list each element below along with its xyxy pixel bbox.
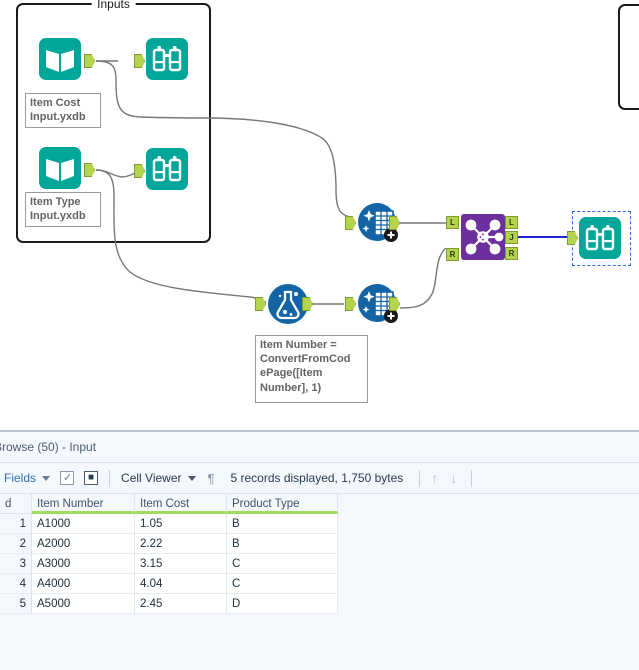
table-row[interactable]: 3 A3000 3.15 C <box>0 554 639 574</box>
view-mode-dropdown[interactable]: Cell Viewer <box>121 463 196 493</box>
tool-browse-item-cost[interactable] <box>145 37 189 81</box>
cell-filler <box>338 554 639 574</box>
anchor-in-join-right[interactable]: R <box>446 248 459 261</box>
cell-product-type: B <box>227 534 338 554</box>
cell-item-cost: 1.05 <box>135 514 227 534</box>
cell-record-id: 1 <box>0 514 32 534</box>
cell-item-number: A2000 <box>32 534 135 554</box>
binoculars-icon <box>146 38 188 80</box>
tool-input-item-cost[interactable] <box>38 37 82 81</box>
anchor-out-join-join[interactable]: J <box>505 231 518 244</box>
table-row[interactable]: 2 A2000 2.22 B <box>0 534 639 554</box>
column-header-product-type[interactable]: Product Type <box>227 494 338 514</box>
cell-item-cost: 4.04 <box>135 574 227 594</box>
cell-record-id: 2 <box>0 534 32 554</box>
toolbar-divider-1 <box>109 469 111 487</box>
annotation-item-cost-line1: Item Cost <box>30 97 81 109</box>
binoculars-icon <box>579 217 621 259</box>
cell-item-number: A1000 <box>32 514 135 534</box>
cell-item-cost: 3.15 <box>135 554 227 574</box>
cell-filler <box>338 514 639 534</box>
cell-product-type: C <box>227 574 338 594</box>
table-row[interactable]: 4 A4000 4.04 C <box>0 574 639 594</box>
join-icon <box>461 214 505 260</box>
annotation-item-type[interactable]: Item Type Input.yxdb <box>25 192 101 227</box>
cell-item-number: A5000 <box>32 594 135 614</box>
annotation-formula-line2: ConvertFromCod <box>260 353 351 366</box>
open-book-icon <box>39 147 81 189</box>
tool-container-title: Inputs <box>91 0 136 12</box>
checkbox-x-icon[interactable]: ■ <box>84 471 99 485</box>
toolbar-divider-3 <box>471 469 473 487</box>
fields-dropdown[interactable]: 3 Fields <box>0 463 51 493</box>
workflow-canvas[interactable]: Inputs Item Cost Input.yxdb Item Type In… <box>0 0 639 430</box>
anchor-in-formula[interactable] <box>255 297 266 311</box>
anchor-in-join-left[interactable]: L <box>446 216 459 229</box>
tool-browse-output[interactable] <box>578 216 622 260</box>
annotation-formula-line4: Number], 1) <box>260 381 322 394</box>
anchor-in-cleanse-bottom[interactable] <box>345 297 356 311</box>
tool-join[interactable] <box>460 213 506 261</box>
annotation-formula-line1: Item Number = <box>260 339 337 351</box>
annotation-item-cost-line2: Input.yxdb <box>30 111 86 124</box>
records-status-text: 5 records displayed, 1,750 bytes <box>230 471 404 485</box>
binoculars-icon <box>146 148 188 190</box>
chevron-down-icon <box>187 475 196 481</box>
column-header-item-cost[interactable]: Item Cost <box>135 494 227 514</box>
cell-filler <box>338 594 639 614</box>
cell-product-type: D <box>227 594 338 614</box>
annotation-formula-line3: ePage([Item <box>260 367 323 380</box>
arrow-up-icon[interactable]: ↑ <box>431 470 438 486</box>
cell-item-cost: 2.45 <box>135 594 227 614</box>
cell-record-id: 3 <box>0 554 32 574</box>
column-header-record-id[interactable]: d <box>0 494 32 514</box>
cell-item-number: A4000 <box>32 574 135 594</box>
anchor-in-cleanse-top[interactable] <box>345 216 356 230</box>
cell-filler <box>338 534 639 554</box>
cell-product-type: B <box>227 514 338 534</box>
view-mode-label: Cell Viewer <box>121 471 182 485</box>
tool-container-partial-right[interactable] <box>618 4 639 110</box>
grid-header-row: d Item Number Item Cost Product Type <box>0 494 639 514</box>
table-row[interactable]: 1 A1000 1.05 B <box>0 514 639 534</box>
anchor-out-join-left[interactable]: L <box>505 216 518 229</box>
toolbar-divider-2 <box>419 469 421 487</box>
cell-item-number: A3000 <box>32 554 135 574</box>
browse-panel-title: Browse (50) - Input <box>0 440 97 454</box>
column-header-filler <box>338 494 639 514</box>
annotation-item-type-line2: Input.yxdb <box>30 210 86 223</box>
cell-product-type: C <box>227 554 338 574</box>
anchor-out-formula[interactable] <box>302 297 313 311</box>
open-book-icon <box>39 38 81 80</box>
browse-toolbar[interactable]: 3 Fields ✓ ■ Cell Viewer ¶ 5 records dis… <box>0 463 639 494</box>
column-header-item-number[interactable]: Item Number <box>32 494 135 514</box>
cell-filler <box>338 574 639 594</box>
anchor-out-join-right[interactable]: R <box>505 247 518 260</box>
cell-item-cost: 2.22 <box>135 534 227 554</box>
results-data-grid[interactable]: d Item Number Item Cost Product Type 1 A… <box>0 494 639 614</box>
annotation-item-type-line1: Item Type <box>30 196 81 208</box>
arrow-down-icon[interactable]: ↓ <box>450 470 457 486</box>
browse-results-panel[interactable]: Browse (50) - Input 3 Fields ✓ ■ Cell Vi… <box>0 430 639 670</box>
table-row[interactable]: 5 A5000 2.45 D <box>0 594 639 614</box>
chevron-down-icon <box>42 475 51 481</box>
cell-record-id: 4 <box>0 574 32 594</box>
pilcrow-icon[interactable]: ¶ <box>208 471 215 486</box>
fields-dropdown-label: 3 Fields <box>0 471 37 485</box>
tool-browse-item-type[interactable] <box>145 147 189 191</box>
tool-input-item-type[interactable] <box>38 146 82 190</box>
cell-record-id: 5 <box>0 594 32 614</box>
annotation-formula[interactable]: Item Number = ConvertFromCod ePage([Item… <box>255 335 368 403</box>
checkbox-checked-icon[interactable]: ✓ <box>60 471 75 485</box>
browse-titlebar: Browse (50) - Input <box>0 432 639 463</box>
annotation-item-cost[interactable]: Item Cost Input.yxdb <box>25 93 101 128</box>
